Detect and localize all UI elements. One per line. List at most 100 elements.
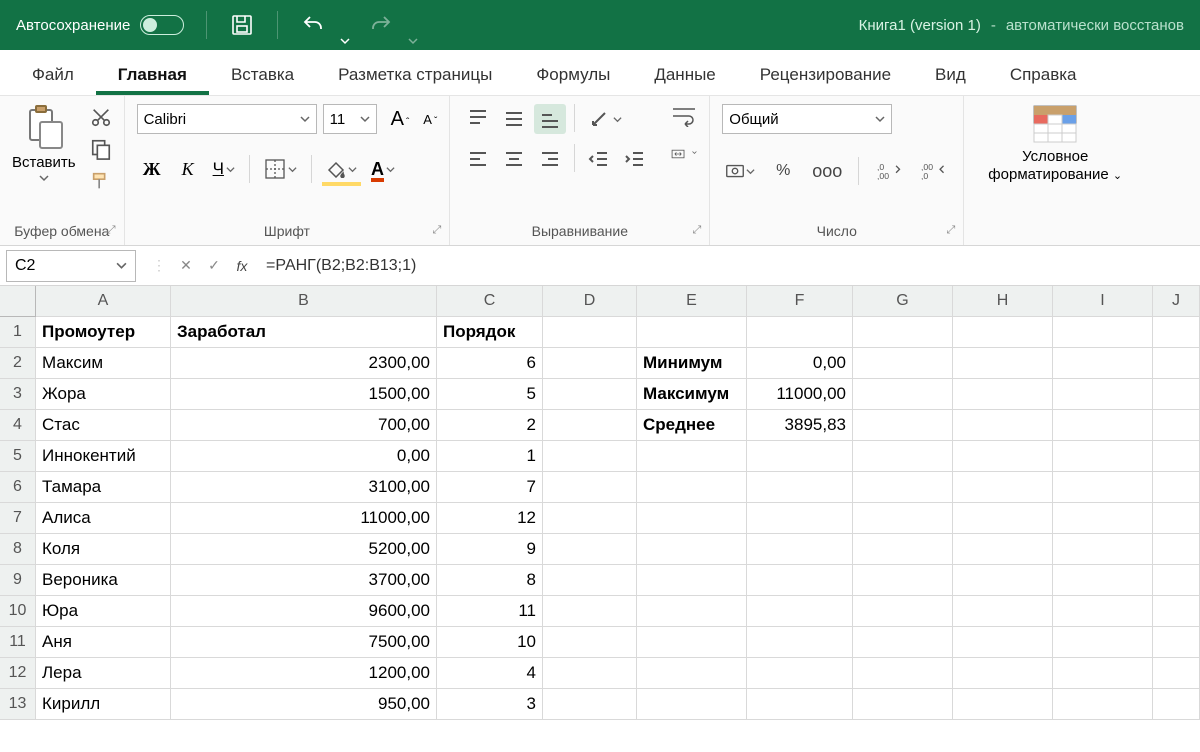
fx-button[interactable]: fx bbox=[228, 252, 256, 280]
cell[interactable] bbox=[637, 689, 747, 720]
confirm-formula-button[interactable]: ✓ bbox=[200, 252, 228, 280]
formula-input[interactable]: =РАНГ(B2;B2:B13;1) bbox=[256, 250, 1200, 282]
fill-color-button[interactable] bbox=[322, 154, 361, 184]
cell[interactable]: 3 bbox=[437, 689, 543, 720]
cell[interactable] bbox=[543, 534, 637, 565]
cell[interactable] bbox=[953, 596, 1053, 627]
cell[interactable]: Минимум bbox=[637, 348, 747, 379]
cell[interactable] bbox=[853, 503, 953, 534]
cell[interactable] bbox=[543, 348, 637, 379]
cell[interactable] bbox=[543, 410, 637, 441]
cell[interactable] bbox=[543, 441, 637, 472]
number-format-combo[interactable]: Общий bbox=[722, 104, 892, 134]
chevron-down-icon[interactable] bbox=[39, 173, 49, 183]
cell[interactable]: 4 bbox=[437, 658, 543, 689]
cell[interactable] bbox=[853, 689, 953, 720]
cell[interactable] bbox=[853, 472, 953, 503]
cell[interactable] bbox=[543, 317, 637, 348]
row-header[interactable]: 12 bbox=[0, 658, 36, 689]
cell[interactable] bbox=[1053, 472, 1153, 503]
cell[interactable] bbox=[953, 317, 1053, 348]
decrease-indent-button[interactable] bbox=[583, 144, 615, 174]
cell[interactable] bbox=[953, 565, 1053, 596]
cell[interactable] bbox=[1153, 317, 1200, 348]
chevron-down-icon[interactable] bbox=[408, 36, 418, 46]
cell[interactable]: 1 bbox=[437, 441, 543, 472]
cell[interactable] bbox=[1053, 689, 1153, 720]
cell[interactable] bbox=[637, 472, 747, 503]
redo-icon[interactable] bbox=[368, 12, 394, 38]
cell[interactable] bbox=[853, 379, 953, 410]
cell[interactable] bbox=[1153, 441, 1200, 472]
cell[interactable]: 0,00 bbox=[747, 348, 853, 379]
cell[interactable] bbox=[747, 565, 853, 596]
cell[interactable] bbox=[637, 627, 747, 658]
cell[interactable] bbox=[747, 503, 853, 534]
cell[interactable] bbox=[637, 658, 747, 689]
col-header-I[interactable]: I bbox=[1053, 286, 1153, 317]
col-header-G[interactable]: G bbox=[853, 286, 953, 317]
col-header-A[interactable]: A bbox=[36, 286, 171, 317]
font-name-combo[interactable]: Calibri bbox=[137, 104, 317, 134]
cell[interactable] bbox=[853, 534, 953, 565]
cell[interactable]: 1200,00 bbox=[171, 658, 437, 689]
cell[interactable] bbox=[1053, 410, 1153, 441]
col-header-B[interactable]: B bbox=[171, 286, 437, 317]
align-top-button[interactable] bbox=[462, 104, 494, 134]
cell[interactable] bbox=[853, 658, 953, 689]
dialog-launcher-icon[interactable]: ⤢ bbox=[946, 224, 955, 237]
cell[interactable] bbox=[853, 317, 953, 348]
col-header-H[interactable]: H bbox=[953, 286, 1053, 317]
cell[interactable] bbox=[543, 503, 637, 534]
cancel-formula-button[interactable]: ✕ bbox=[172, 252, 200, 280]
name-box[interactable]: C2 bbox=[6, 250, 136, 282]
cell[interactable] bbox=[637, 534, 747, 565]
cell[interactable] bbox=[543, 472, 637, 503]
cell[interactable] bbox=[953, 503, 1053, 534]
cell[interactable] bbox=[953, 689, 1053, 720]
cell[interactable]: 1500,00 bbox=[171, 379, 437, 410]
align-bottom-button[interactable] bbox=[534, 104, 566, 134]
row-header[interactable]: 11 bbox=[0, 627, 36, 658]
chevron-down-icon[interactable] bbox=[116, 260, 127, 271]
row-header[interactable]: 4 bbox=[0, 410, 36, 441]
cell[interactable] bbox=[1053, 534, 1153, 565]
tab-view[interactable]: Вид bbox=[913, 55, 988, 95]
cell[interactable]: Промоутер bbox=[36, 317, 171, 348]
cell[interactable]: 11000,00 bbox=[747, 379, 853, 410]
tab-file[interactable]: Файл bbox=[10, 55, 96, 95]
save-icon[interactable] bbox=[229, 12, 255, 38]
row-header[interactable]: 9 bbox=[0, 565, 36, 596]
cell[interactable] bbox=[1153, 379, 1200, 410]
cell[interactable] bbox=[637, 503, 747, 534]
cell[interactable] bbox=[1053, 348, 1153, 379]
cell[interactable] bbox=[1053, 627, 1153, 658]
cell[interactable]: 11 bbox=[437, 596, 543, 627]
cell[interactable] bbox=[1053, 317, 1153, 348]
row-header[interactable]: 6 bbox=[0, 472, 36, 503]
cell[interactable]: 3100,00 bbox=[171, 472, 437, 503]
cell[interactable] bbox=[1153, 689, 1200, 720]
conditional-formatting-button[interactable]: Условноеформатирование ⌄ bbox=[976, 104, 1134, 184]
currency-button[interactable] bbox=[722, 156, 756, 186]
col-header-D[interactable]: D bbox=[543, 286, 637, 317]
cell[interactable]: Лера bbox=[36, 658, 171, 689]
comma-style-button[interactable]: ооо bbox=[810, 156, 844, 186]
grow-font-button[interactable]: Aˆ bbox=[391, 108, 410, 131]
cell[interactable] bbox=[747, 317, 853, 348]
row-header[interactable]: 7 bbox=[0, 503, 36, 534]
cell[interactable] bbox=[637, 317, 747, 348]
cell[interactable] bbox=[1153, 658, 1200, 689]
cell[interactable]: 2300,00 bbox=[171, 348, 437, 379]
cell[interactable] bbox=[747, 534, 853, 565]
cell[interactable]: 950,00 bbox=[171, 689, 437, 720]
cell[interactable]: Коля bbox=[36, 534, 171, 565]
row-header[interactable]: 13 bbox=[0, 689, 36, 720]
tab-home[interactable]: Главная bbox=[96, 55, 209, 95]
tab-layout[interactable]: Разметка страницы bbox=[316, 55, 514, 95]
cell[interactable]: Аня bbox=[36, 627, 171, 658]
spreadsheet-grid[interactable]: A B C D E F G H I J 1 Промоутер Заработа… bbox=[0, 286, 1200, 720]
cell[interactable] bbox=[637, 596, 747, 627]
cell[interactable] bbox=[543, 565, 637, 596]
cell[interactable] bbox=[1053, 379, 1153, 410]
